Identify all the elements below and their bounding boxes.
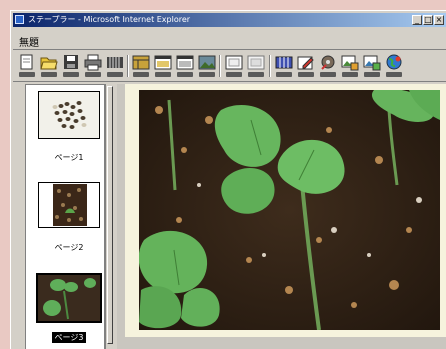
- toolbar-layout-button[interactable]: [132, 54, 150, 78]
- seeds-image: [39, 92, 99, 138]
- toolbar-export-image-button[interactable]: [363, 54, 381, 78]
- minimize-button[interactable]: _: [412, 15, 422, 25]
- document-tab-bar: 無題: [13, 28, 446, 50]
- page-preview-pane: [117, 84, 446, 349]
- page-label-2: ページ2: [54, 243, 84, 252]
- document-tab[interactable]: 無題: [19, 34, 39, 49]
- image-window-icon: [198, 55, 216, 70]
- maximize-button[interactable]: □: [423, 15, 433, 25]
- layout-icon: [132, 55, 150, 70]
- open-folder-icon: [40, 57, 58, 70]
- close-button[interactable]: ×: [434, 15, 444, 25]
- toolbar-web-button[interactable]: [385, 54, 403, 78]
- page-canvas: [125, 84, 446, 337]
- toolbar-tools-button[interactable]: [319, 54, 337, 78]
- window-icon: [154, 55, 172, 70]
- grid-icon: [275, 56, 293, 69]
- thumbnail-scrollbar[interactable]: ▼: [105, 84, 114, 349]
- print-icon: [84, 54, 102, 71]
- seedling-image: [38, 275, 100, 321]
- frame-icon: [176, 55, 194, 70]
- frame-empty-icon: [247, 55, 265, 70]
- toolbar-window-button[interactable]: [154, 54, 172, 78]
- toolbar-new-button[interactable]: [18, 54, 36, 78]
- export-image-icon: [363, 55, 381, 71]
- toolbar-save-button[interactable]: [62, 54, 80, 78]
- page-thumbnail-2[interactable]: [38, 182, 100, 228]
- tools-icon: [321, 55, 335, 70]
- save-icon: [64, 55, 78, 69]
- title-bar: ステープラー - Microsoft Internet Explorer _ □…: [13, 13, 446, 27]
- page-thumbnail-3[interactable]: [36, 273, 102, 323]
- browser-window: ステープラー - Microsoft Internet Explorer _ □…: [10, 10, 446, 349]
- toolbar-image-button[interactable]: [198, 54, 216, 78]
- seed-jar-image: [39, 183, 99, 227]
- toolbar-frame2-button[interactable]: [247, 54, 265, 78]
- edit-icon: [297, 56, 314, 70]
- stack-icon: [107, 57, 123, 68]
- new-page-icon: [20, 54, 33, 70]
- ie-app-icon: [15, 15, 24, 24]
- toolbar-open-button[interactable]: [40, 54, 58, 78]
- frame-empty-icon: [225, 55, 243, 70]
- page-label-3: ページ3: [52, 332, 86, 343]
- toolbar: [13, 51, 446, 82]
- toolbar-grid-button[interactable]: [275, 54, 293, 78]
- toolbar-insert-image-button[interactable]: [341, 54, 359, 78]
- toolbar-print-button[interactable]: [84, 54, 102, 78]
- page-thumbnail-pane: ページ1 ページ2 ページ3: [25, 84, 105, 349]
- window-title: ステープラー - Microsoft Internet Explorer: [28, 15, 191, 24]
- toolbar-view-button[interactable]: [176, 54, 194, 78]
- globe-icon: [386, 54, 402, 70]
- toolbar-edit-button[interactable]: [297, 54, 315, 78]
- page-thumbnail-1[interactable]: [38, 91, 100, 139]
- scrollbar-thumb[interactable]: [107, 86, 113, 344]
- page-label-1: ページ1: [54, 153, 84, 162]
- toolbar-frame-button[interactable]: [225, 54, 243, 78]
- seedling-photo: [139, 90, 440, 330]
- toolbar-stack-button[interactable]: [106, 54, 124, 78]
- insert-image-icon: [341, 55, 359, 71]
